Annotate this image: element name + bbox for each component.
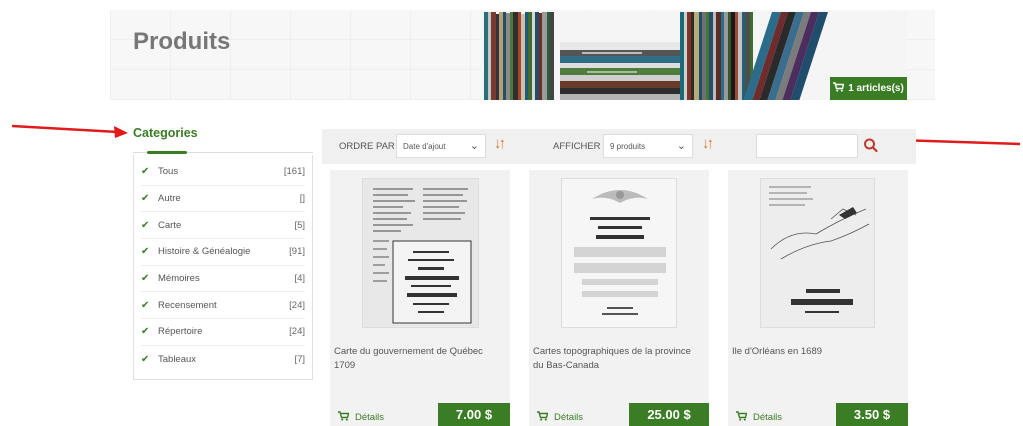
sidebar-item-count: [91] [289,246,305,258]
sidebar-item-label: Tous [158,166,179,178]
cart-icon [537,411,549,424]
check-icon: ✔ [141,193,150,205]
sort-direction-icon[interactable]: ↓↑ [702,135,714,152]
check-icon: ✔ [141,353,150,365]
sidebar-item-tous[interactable]: ✔ Tous [161] [141,159,305,186]
annotation-arrow-left [11,124,128,138]
sidebar-item-memoires[interactable]: ✔ Mémoires [4] [141,266,305,293]
sidebar-item-count: [24] [289,326,305,338]
sidebar-item-label: Tableaux [158,353,197,365]
sidebar-item-histoire-genealogie[interactable]: ✔ Histoire & Généalogie [91] [141,239,305,266]
product-image[interactable] [362,178,479,328]
product-card[interactable]: Ile d'Orléans en 1689 Détails 3.50 $ [728,170,908,426]
sidebar-item-label: Carte [158,219,182,231]
cart-icon [338,411,350,424]
product-name[interactable]: Cartes topographiques de la province du … [533,345,703,373]
show-count-value: 9 produits [610,141,646,151]
order-by-label: ORDRE PAR : [339,141,401,152]
check-icon: ✔ [141,166,150,178]
product-price: 7.00 $ [438,403,510,426]
sidebar-item-count: [24] [289,299,305,311]
check-icon: ✔ [141,246,150,258]
product-name[interactable]: Carte du gouvernement de Québec 1709 [334,345,504,373]
sidebar-item-repertoire[interactable]: ✔ Répertoire [24] [141,319,305,346]
sidebar-item-count: [7] [294,353,305,365]
order-by-value: Date d'ajout [403,141,446,151]
categories-title: Categories [133,126,198,140]
product-card[interactable]: Carte du gouvernement de Québec 1709 Dét… [330,170,510,426]
cart-icon [833,82,845,95]
check-icon: ✔ [141,219,150,231]
search-input[interactable] [756,134,858,158]
check-icon: ✔ [141,326,150,338]
cart-icon [736,411,748,424]
sidebar-item-label: Autre [158,193,181,205]
sidebar-item-label: Histoire & Généalogie [158,246,251,258]
order-by-select[interactable]: Date d'ajout ⌄ [396,134,486,158]
product-image[interactable] [760,178,875,328]
products-toolbar: ORDRE PAR : Date d'ajout ⌄ ↓↑ AFFICHER :… [322,129,916,164]
details-link[interactable]: Détails [537,411,583,424]
cart-count-label: 1 articles(s) [848,83,904,94]
sort-direction-icon[interactable]: ↓↑ [494,135,506,152]
details-link[interactable]: Détails [338,411,384,424]
sidebar-item-label: Répertoire [158,326,203,338]
sidebar-item-autre[interactable]: ✔ Autre [] [141,186,305,213]
search-button[interactable] [862,136,880,156]
show-label: AFFICHER : [553,141,606,152]
sidebar-item-recensement[interactable]: ✔ Recensement [24] [141,292,305,320]
categories-accent-bar [147,151,187,154]
sidebar-item-tableaux[interactable]: ✔ Tableaux [7] [141,346,305,373]
sidebar-item-label: Mémoires [158,273,200,285]
show-count-select[interactable]: 9 produits ⌄ [603,134,693,158]
chevron-down-icon: ⌄ [676,140,686,152]
details-label: Détails [355,412,385,423]
cart-button[interactable]: 1 articles(s) [830,77,907,100]
categories-list: ✔ Tous [161] ✔ Autre [] ✔ Carte [5] ✔ Hi… [133,155,313,380]
details-link[interactable]: Détails [736,411,782,424]
check-icon: ✔ [141,273,150,285]
search-icon [864,138,878,153]
product-card[interactable]: Cartes topographiques de la province du … [529,170,709,426]
sidebar-item-count: [] [299,193,305,205]
sidebar-item-carte[interactable]: ✔ Carte [5] [141,212,305,240]
chevron-down-icon: ⌄ [469,140,479,152]
sidebar-item-label: Recensement [158,299,217,311]
details-label: Détails [554,412,584,423]
product-price: 3.50 $ [836,403,908,426]
check-icon: ✔ [141,299,150,311]
details-label: Détails [753,412,783,423]
product-price: 25.00 $ [629,403,709,426]
sidebar-item-count: [161] [283,166,305,178]
sidebar-item-count: [4] [294,273,305,285]
product-name[interactable]: Ile d'Orléans en 1689 [732,345,902,359]
product-image[interactable] [561,178,677,328]
sidebar-item-count: [5] [294,219,305,231]
page-title: Produits [133,28,231,55]
